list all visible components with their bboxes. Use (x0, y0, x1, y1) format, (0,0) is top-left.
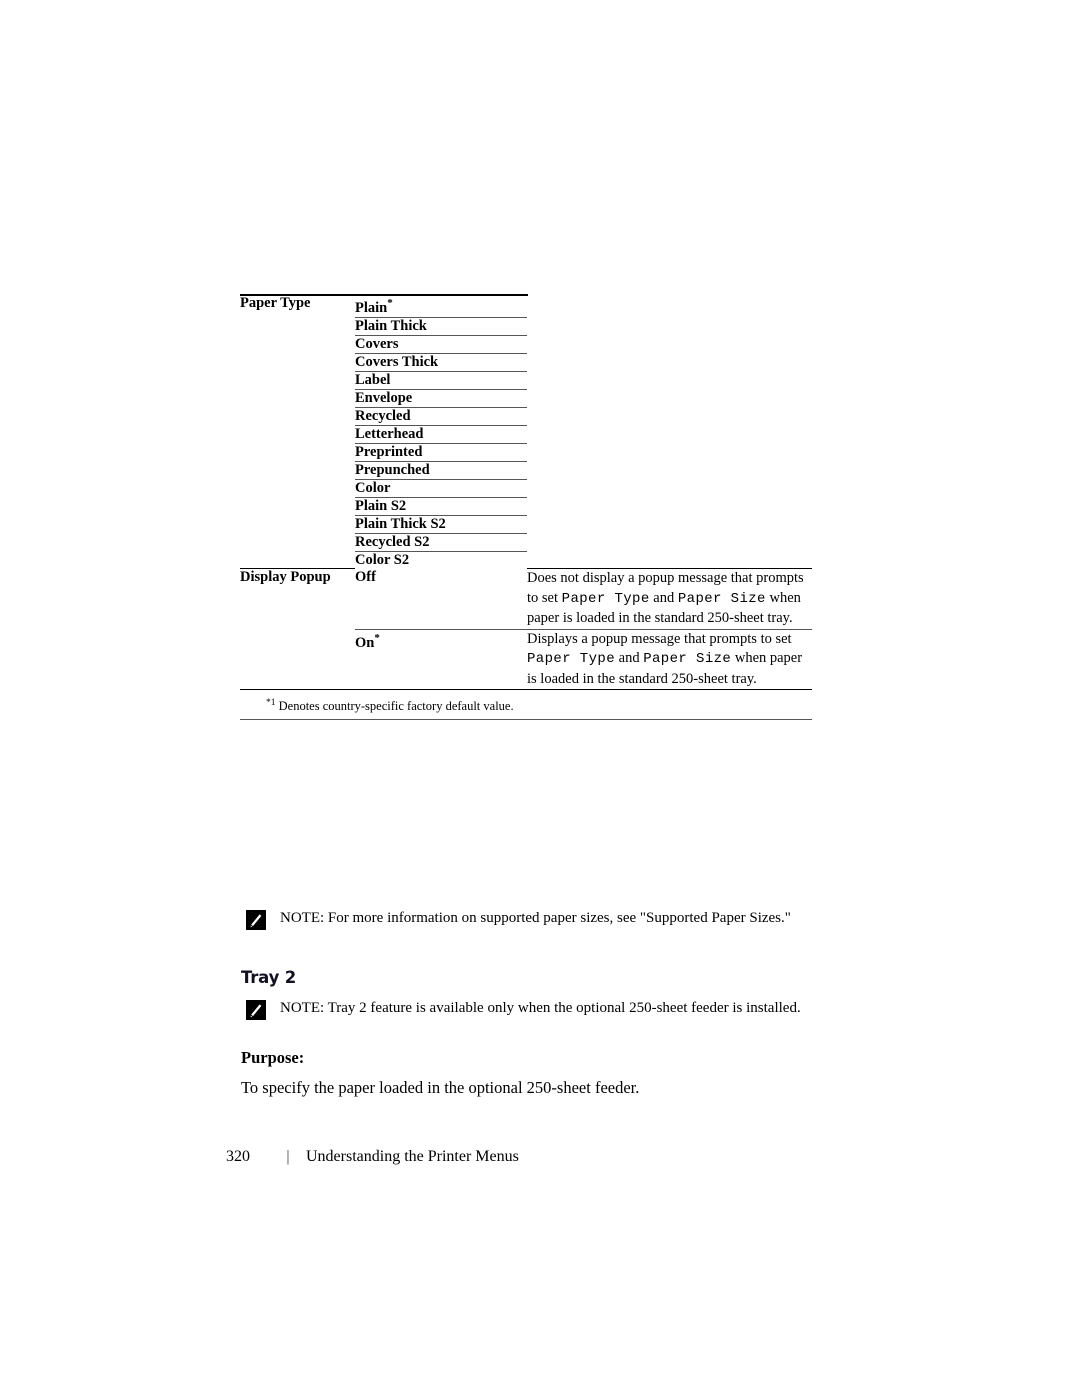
note-supported-paper-sizes: NOTE: For more information on supported … (246, 908, 826, 930)
menu-option-description: Does not display a popup message that pr… (527, 570, 804, 627)
default-value-marker: * (387, 297, 393, 309)
footer-page-number: 320 (226, 1148, 250, 1165)
default-value-marker: * (374, 631, 380, 644)
footnote-marker: *1 (266, 698, 276, 709)
menu-option-value: Plain Thick (355, 317, 527, 336)
table-body: Paper Type Plain* Plain Thick Covers Covers … (240, 295, 812, 721)
table-row: Recycled (240, 407, 812, 426)
monospace-term: Paper Type (527, 651, 616, 668)
menu-item-name (240, 389, 355, 407)
note-text: NOTE: Tray 2 feature is available only w… (280, 1000, 801, 1016)
menu-item-name: Paper Type (240, 295, 311, 311)
table-row: Label (240, 371, 812, 390)
table-row: Color S2 (240, 551, 812, 570)
footer-section-title: Understanding the Printer Menus (306, 1148, 519, 1165)
menu-item-name (240, 515, 355, 533)
menu-option-value: Plain* (355, 295, 527, 318)
purpose-description: To specify the paper loaded in the optio… (241, 1078, 640, 1097)
menu-item-name (240, 371, 355, 389)
table-row: Covers Thick (240, 353, 812, 372)
menu-option-description (527, 407, 812, 425)
note-pencil-icon (246, 910, 266, 930)
menu-option-value: Envelope (355, 389, 527, 408)
menu-option-description (527, 371, 812, 389)
note-text: NOTE: For more information on supported … (280, 910, 791, 926)
table-footnote: *1 Denotes country-specific factory defa… (240, 689, 812, 721)
page-footer: 320 | Understanding the Printer Menus (226, 1148, 519, 1166)
menu-option-value: Preprinted (355, 443, 527, 462)
menu-option-value: Color S2 (355, 551, 410, 568)
heading-tray-2: Tray 2 (241, 968, 296, 987)
note-pencil-icon (246, 1000, 266, 1020)
table-footnote-row: *1 Denotes country-specific factory defa… (240, 689, 812, 721)
table-row: Envelope (240, 389, 812, 408)
printer-menu-table: Paper Type Plain* Plain Thick Covers Covers … (240, 295, 812, 721)
menu-option-value: Plain Thick S2 (355, 515, 527, 534)
menu-option-description (527, 533, 812, 551)
menu-item-name: Display Popup (240, 569, 331, 586)
menu-option-description (527, 443, 812, 461)
menu-item-name (240, 497, 355, 515)
menu-item-name (240, 533, 355, 551)
note-tray-2-availability: NOTE: Tray 2 feature is available only w… (246, 998, 826, 1020)
menu-item-name (240, 335, 355, 353)
menu-option-description: Displays a popup message that prompts to… (527, 628, 812, 691)
table-row: Preprinted (240, 443, 812, 462)
menu-option-value: Color (355, 479, 527, 498)
menu-option-value: Covers (355, 335, 527, 354)
menu-item-name (240, 479, 355, 497)
monospace-term: Paper Size (643, 651, 732, 668)
menu-item-name (240, 353, 355, 371)
menu-option-description (527, 389, 812, 407)
monospace-term: Paper Size (677, 590, 766, 607)
table-row: On* Displays a popup message that prompts… (240, 628, 812, 691)
table-row: Paper Type Plain* (240, 295, 812, 318)
heading-purpose: Purpose: (241, 1048, 305, 1067)
menu-option-description (527, 317, 812, 335)
footer-separator: | (286, 1148, 290, 1165)
table-row: Covers (240, 335, 812, 354)
menu-item-name (240, 551, 355, 570)
menu-option-value: On* (355, 628, 527, 691)
menu-option-value: Label (355, 371, 527, 390)
menu-option-value: Recycled S2 (355, 533, 527, 552)
menu-option-value: Recycled (355, 407, 527, 426)
menu-item-name (240, 629, 355, 691)
menu-option-description (527, 335, 812, 353)
menu-item-name (240, 407, 355, 425)
menu-option-description (527, 461, 812, 479)
menu-option-description (527, 353, 812, 371)
menu-option-value: Plain S2 (355, 497, 527, 516)
table-row: Plain Thick (240, 317, 812, 336)
table-row: Plain S2 (240, 497, 812, 516)
table-row: Color (240, 479, 812, 498)
menu-option-value: Off (355, 568, 376, 585)
menu-option-value: Covers Thick (355, 353, 527, 372)
menu-item-name (240, 443, 355, 461)
menu-option-description (527, 425, 812, 443)
document-page: Paper Type Plain* Plain Thick Covers Covers … (0, 0, 1080, 1397)
menu-option-description (527, 515, 812, 533)
menu-option-description (527, 295, 812, 317)
menu-item-name (240, 317, 355, 335)
table-row: Display Popup Off Does not display a popup… (240, 569, 812, 630)
table-row: Recycled S2 (240, 533, 812, 552)
menu-option-description (527, 497, 812, 515)
menu-option-value: Prepunched (355, 461, 527, 480)
table-row: Plain Thick S2 (240, 515, 812, 534)
menu-option-description (527, 479, 812, 497)
menu-option-description (527, 551, 812, 570)
menu-item-name (240, 461, 355, 479)
table-row: Letterhead (240, 425, 812, 444)
table-row: Prepunched (240, 461, 812, 480)
menu-option-value: Letterhead (355, 425, 527, 444)
monospace-term: Paper Type (561, 590, 650, 607)
menu-item-name (240, 425, 355, 443)
